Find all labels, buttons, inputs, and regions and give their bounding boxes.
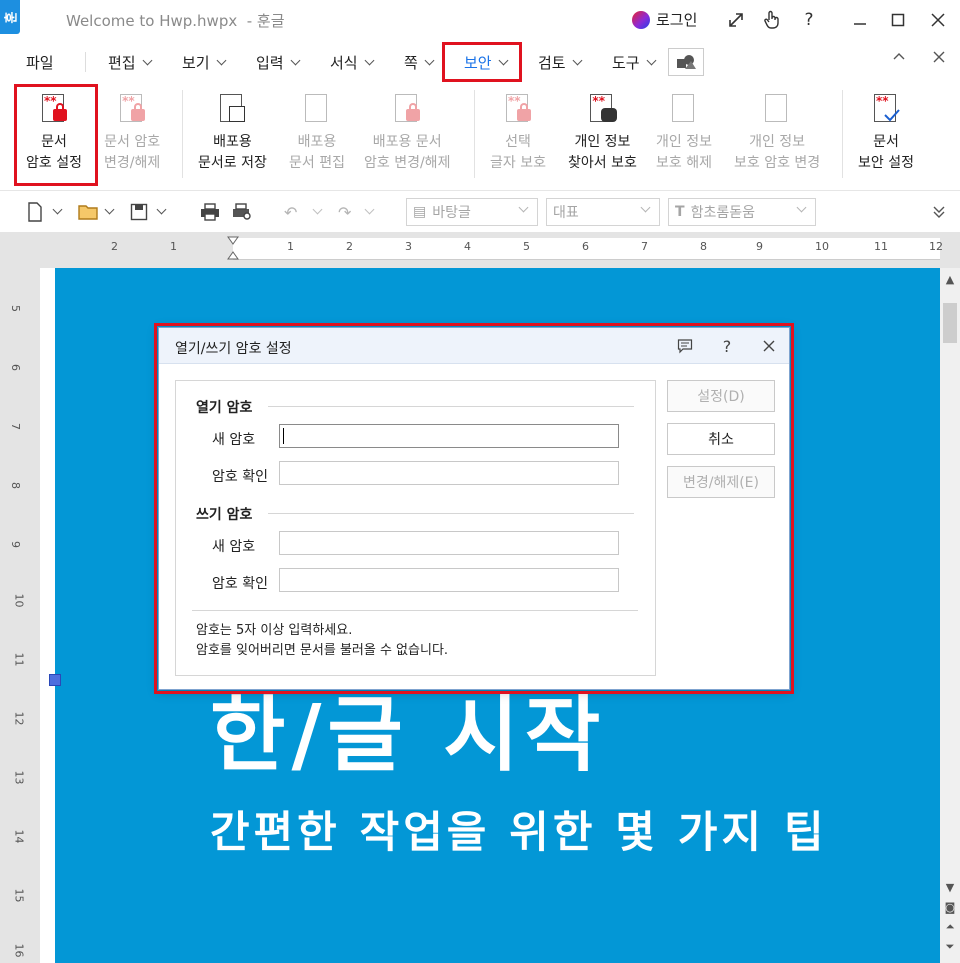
menu-page[interactable]: 쪽 — [404, 52, 435, 73]
personal-password-icon — [760, 92, 794, 128]
select-protect-icon: ** — [501, 92, 535, 128]
menu-view[interactable]: 보기 — [182, 52, 227, 73]
menu-insert[interactable]: 입력 — [256, 52, 301, 73]
prev-page-icon[interactable]: ⏶ — [941, 918, 959, 936]
dialog-highlight — [154, 323, 794, 694]
help-icon[interactable]: ? — [797, 8, 821, 32]
login-label: 로그인 — [656, 11, 698, 29]
font-select[interactable]: T 함초롬돋움 — [668, 198, 816, 226]
page-view-icon[interactable]: ◙ — [941, 898, 959, 916]
close-icon[interactable] — [926, 8, 950, 32]
collapse-ribbon-icon[interactable] — [892, 50, 908, 66]
print-icon[interactable] — [200, 201, 220, 223]
expand-icon[interactable] — [724, 8, 748, 32]
chevron-down-icon — [364, 55, 375, 65]
close-document-icon[interactable] — [932, 50, 948, 66]
chevron-down-icon — [424, 55, 435, 65]
new-dropdown[interactable] — [52, 201, 63, 223]
open-folder-icon[interactable] — [78, 201, 100, 223]
new-document-icon[interactable] — [26, 201, 44, 223]
select-protect-button[interactable]: ** 선택 글자 보호 — [490, 92, 546, 174]
next-page-icon[interactable]: ⏷ — [941, 938, 959, 956]
shapes-icon — [677, 55, 696, 69]
minimize-icon[interactable] — [848, 8, 872, 32]
menu-file[interactable]: 파일 — [26, 52, 54, 73]
menu-divider — [85, 52, 86, 72]
redo-icon[interactable]: ↷ — [338, 201, 351, 223]
truetype-icon: T — [675, 204, 685, 220]
ribbon-divider — [182, 90, 183, 178]
undo-icon[interactable]: ↶ — [284, 201, 297, 223]
print-preview-icon[interactable] — [232, 201, 252, 223]
save-dist-icon — [215, 92, 249, 128]
touch-icon[interactable] — [760, 8, 784, 32]
save-icon[interactable] — [130, 201, 148, 223]
dist-password-icon — [390, 92, 424, 128]
change-password-icon: ** — [115, 92, 149, 128]
personal-password-button[interactable]: 개인 정보 보호 암호 변경 — [734, 92, 820, 174]
redo-dropdown[interactable] — [364, 201, 375, 223]
release-personal-button[interactable]: 개인 정보 보호 해제 — [656, 92, 712, 174]
chevron-down-icon — [290, 55, 301, 65]
doc-security-settings-button[interactable]: ** 문서 보안 설정 — [858, 92, 914, 174]
document-subtitle: 간편한 작업을 위한 몇 가지 팁 — [210, 808, 828, 858]
open-dropdown[interactable] — [104, 201, 115, 223]
language-select[interactable]: 대표 — [546, 198, 660, 226]
scrollbar-thumb[interactable] — [943, 303, 957, 343]
expand-toolbar-icon[interactable] — [932, 201, 946, 223]
chevron-down-icon — [646, 55, 657, 65]
ribbon-security: ** 문서 암호 설정 ** 문서 암호 변경/해제 배포용 문서로 저장 배포… — [0, 82, 960, 188]
title-bar: 훈 Welcome to Hwp.hwpx - 훈글 로그인 ? — [0, 0, 960, 40]
style-select[interactable]: ▤ 바탕글 — [406, 198, 538, 226]
object-anchor-marker[interactable] — [49, 674, 61, 686]
doc-security-icon: ** — [869, 92, 903, 128]
scroll-up-icon[interactable]: ▲ — [941, 270, 959, 288]
undo-dropdown[interactable] — [312, 201, 323, 223]
chevron-down-icon — [572, 55, 583, 65]
edit-dist-doc-button[interactable]: 배포용 문서 편집 — [289, 92, 345, 174]
indent-marker-icon[interactable] — [227, 236, 239, 260]
menu-edit[interactable]: 편집 — [108, 52, 153, 73]
ribbon-divider — [474, 90, 475, 178]
release-personal-icon — [667, 92, 701, 128]
ribbon-divider — [842, 90, 843, 178]
chevron-down-icon — [216, 55, 227, 65]
login-button[interactable]: 로그인 — [632, 9, 697, 30]
save-dropdown[interactable] — [156, 201, 167, 223]
change-password-button[interactable]: ** 문서 암호 변경/해제 — [104, 92, 160, 174]
find-personal-info-button[interactable]: ** 개인 정보 찾아서 보호 — [568, 92, 637, 174]
shapes-button[interactable] — [668, 48, 704, 76]
edit-dist-icon — [300, 92, 334, 128]
ruler-margin — [55, 238, 233, 260]
dist-password-button[interactable]: 배포용 문서 암호 변경/해제 — [364, 92, 450, 174]
menu-format[interactable]: 서식 — [330, 52, 375, 73]
menu-tools[interactable]: 도구 — [612, 52, 657, 73]
doc-password-highlight — [14, 84, 98, 186]
horizontal-ruler[interactable]: 2 1 1 2 3 4 5 6 7 8 9 10 11 12 — [55, 236, 943, 260]
vertical-ruler[interactable]: 5 6 7 8 9 10 11 12 13 14 15 16 — [0, 268, 40, 963]
app-logo: 훈 — [0, 0, 20, 34]
binoculars-icon: ** — [585, 92, 619, 128]
save-dist-doc-button[interactable]: 배포용 문서로 저장 — [198, 92, 267, 174]
account-icon — [632, 10, 650, 29]
chevron-down-icon — [142, 55, 153, 65]
vertical-scrollbar[interactable] — [940, 268, 960, 963]
quick-toolbar: ↶ ↷ ▤ 바탕글 대표 T 함초롬돋움 — [0, 190, 960, 232]
window-title: Welcome to Hwp.hwpx - 훈글 — [66, 12, 285, 30]
scroll-down-icon[interactable]: ▼ — [941, 878, 959, 896]
maximize-icon[interactable] — [886, 8, 910, 32]
style-icon: ▤ — [413, 204, 427, 220]
security-menu-highlight — [442, 42, 522, 82]
menu-review[interactable]: 검토 — [538, 52, 583, 73]
